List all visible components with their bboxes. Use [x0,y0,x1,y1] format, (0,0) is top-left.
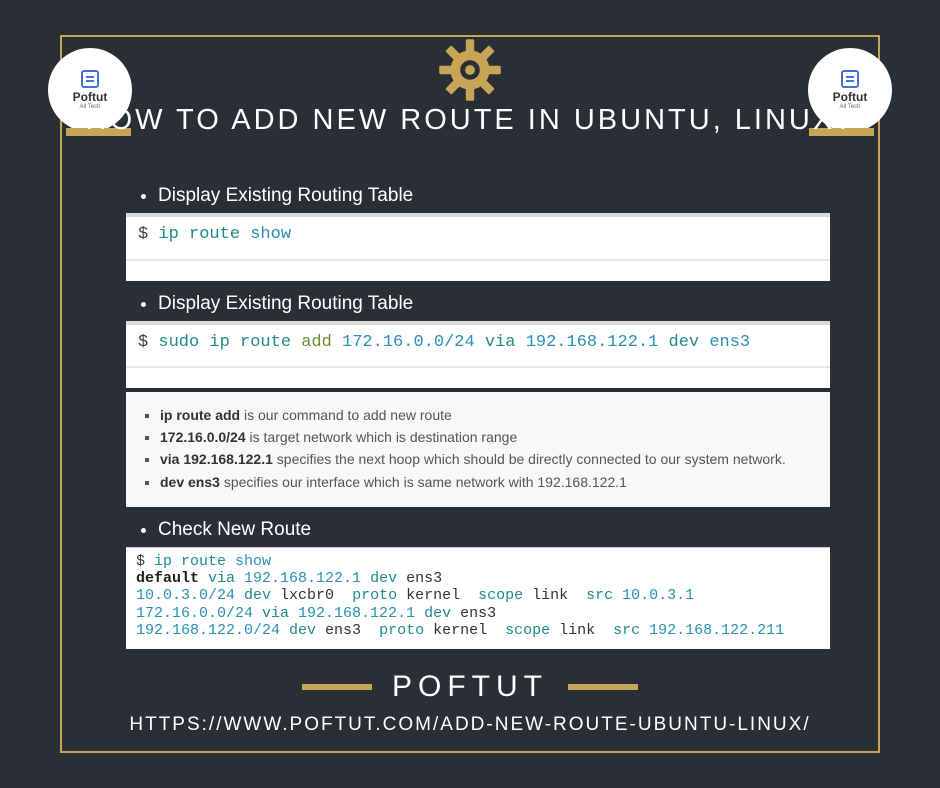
section-heading-2: Display Existing Routing Table [158,293,830,315]
desc-line: dev ens3 specifies our interface which i… [160,473,814,491]
section-heading-1: Display Existing Routing Table [158,185,830,207]
desc-line: 172.16.0.0/24 is target network which is… [160,428,814,446]
code-block-3: $ ip route show default via 192.168.122.… [126,547,830,649]
main-content: Display Existing Routing Table $ ip rout… [130,185,830,661]
code-text: ens3 [709,333,750,352]
code-text: add [301,333,342,352]
code-block-1: $ ip route show [126,213,830,281]
brand-badge-icon [841,70,859,88]
footer-url: HTTPS://WWW.POFTUT.COM/ADD-NEW-ROUTE-UBU… [80,714,860,736]
page-title: HOW TO ADD NEW ROUTE IN UBUNTU, LINUX? [80,102,860,138]
code-prompt: $ [138,333,158,352]
code-text: dev [669,333,710,352]
code-prompt: $ [138,225,158,244]
code-text: 192.168.122.1 [526,333,669,352]
footer-brand: POFTUT [302,670,638,704]
desc-line: ip route add is our command to add new r… [160,406,814,424]
code-text: via [485,333,526,352]
code-text: sudo ip route [158,333,301,352]
footer: POFTUT HTTPS://WWW.POFTUT.COM/ADD-NEW-RO… [80,670,860,736]
code-command: ip route [158,225,250,244]
code-block-2: $ sudo ip route add 172.16.0.0/24 via 19… [126,321,830,389]
code-text: 172.16.0.0/24 [342,333,485,352]
brand-badge-icon [81,70,99,88]
code-arg: show [250,225,291,244]
desc-line: via 192.168.122.1 specifies the next hoo… [160,450,814,468]
section-heading-3: Check New Route [158,519,830,541]
gear-icon [435,35,505,105]
description-block: ip route add is our command to add new r… [126,392,830,507]
